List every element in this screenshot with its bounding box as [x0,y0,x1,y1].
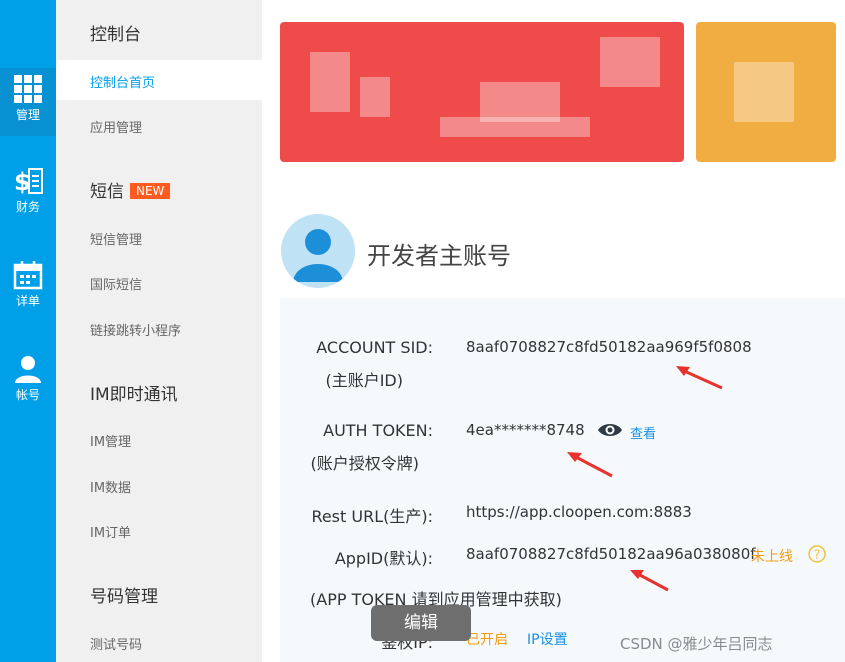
nav-item-app-manage[interactable]: 应用管理 [90,117,142,136]
nav-heading-sms: 短信 NEW [90,177,171,202]
token-value: 4ea*******8748 [466,421,585,439]
rail-label-finance: 财务 [15,200,40,214]
rail-item-manage[interactable]: 管理 [0,68,56,136]
sid-label: ACCOUNT SID: [316,338,433,357]
promo-banner-orange[interactable] [696,22,836,162]
rail-item-finance[interactable]: $ 财务 [0,166,56,215]
rest-url-label: Rest URL(生产): [311,507,433,526]
nav-item-im-data[interactable]: IM数据 [90,477,131,496]
nav-item-sms-manage[interactable]: 短信管理 [90,229,142,248]
svg-text:?: ? [814,548,820,562]
nav-item-intl-sms[interactable]: 国际短信 [90,274,142,293]
edit-button[interactable]: 编辑 [371,605,471,641]
nav-item-im-order[interactable]: IM订单 [90,522,131,541]
secondary-nav: 控制台 控制台首页 应用管理 短信 NEW 短信管理 国际短信 链接跳转小程序 I… [56,0,262,662]
nav-heading-im: IM即时通讯 [90,385,178,405]
new-badge: NEW [130,183,171,199]
annotation-arrow-token [567,452,613,478]
view-token-link[interactable]: 查看 [630,423,656,442]
appid-status: 未上线 [751,549,793,565]
nav-item-mini-program[interactable]: 链接跳转小程序 [90,320,181,339]
sid-value: 8aaf0708827c8fd50182aa969f5f0808 [466,338,752,356]
rail-label-account: 帐号 [15,388,40,402]
token-sublabel: (账户授权令牌) [310,454,420,473]
nav-heading-number: 号码管理 [90,587,158,607]
annotation-arrow-appid [630,570,669,592]
watermark: CSDN @雅少年吕同志 [620,635,773,653]
avatar [281,214,355,288]
auth-ip-status: 已开启 [466,632,508,648]
avatar-user-icon [281,214,355,288]
rail-label-details: 详单 [15,294,40,308]
eye-icon[interactable] [597,421,623,439]
sid-sublabel: (主账户ID) [325,371,403,390]
ip-settings-link[interactable]: IP设置 [527,629,568,649]
rest-url-value: https://app.cloopen.com:8883 [466,503,692,521]
nav-item-im-manage[interactable]: IM管理 [90,431,131,450]
page-title: 开发者主账号 [367,242,511,270]
rail-label-manage: 管理 [15,108,40,122]
promo-banner-red[interactable] [280,22,684,162]
finance-icon: $ [14,168,43,196]
nav-item-test-number[interactable]: 测试号码 [90,634,142,653]
grid-icon [14,75,42,103]
user-icon [15,356,41,383]
nav-heading-console: 控制台 [90,25,141,45]
token-label: AUTH TOKEN: [323,421,433,440]
nav-item-console-home[interactable]: 控制台首页 [90,72,155,91]
icon-rail: 管理 $ 财务 详单 帐号 [0,0,56,662]
rail-item-account[interactable]: 帐号 [0,354,56,403]
rail-item-details[interactable]: 详单 [0,260,56,309]
annotation-arrow-sid [676,366,723,390]
appid-label: AppID(默认): [334,549,433,568]
help-icon[interactable]: ? [808,545,826,563]
appid-value: 8aaf0708827c8fd50182aa96a038080f [466,545,756,563]
active-item-highlight [56,60,262,100]
calendar-icon [13,261,43,290]
nav-heading-sms-label: 短信 [90,182,124,202]
